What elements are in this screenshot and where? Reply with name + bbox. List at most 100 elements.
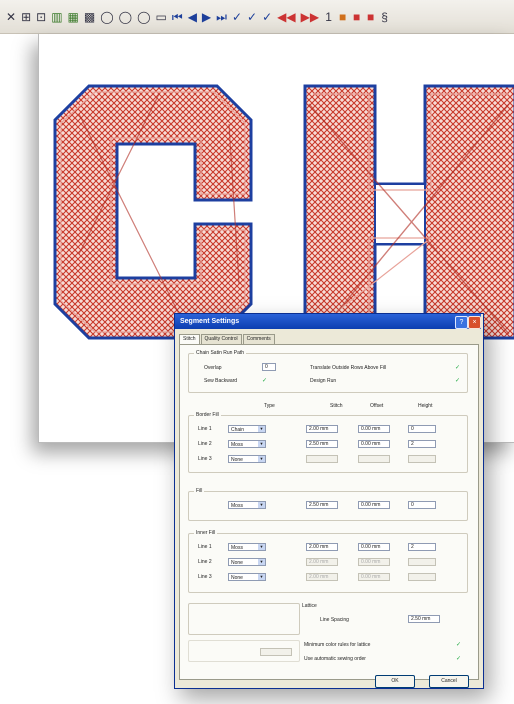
letter-c (53, 84, 253, 340)
border-height-input[interactable]: 0 (408, 425, 436, 433)
stitch-2-icon[interactable]: ✓ (247, 10, 257, 24)
tool-last-icon[interactable]: § (380, 10, 389, 24)
border-offset-input[interactable]: 0.00 mm (358, 425, 390, 433)
border-offset-input[interactable]: 0.00 mm (358, 440, 390, 448)
inner-line-label: Line 2 (198, 559, 212, 565)
number-tool-icon[interactable]: 1 (324, 10, 333, 24)
step-forward-icon[interactable]: ▶ (202, 10, 211, 24)
border-type-value: Chain (231, 427, 245, 433)
step-first-icon[interactable]: ⏮ (172, 10, 183, 24)
chevron-down-icon: ▼ (258, 574, 265, 580)
chain-path-label: Chain Satin Run Path (194, 350, 247, 356)
close-x-icon[interactable]: ✕ (6, 10, 16, 24)
overlap-input[interactable]: 0 (262, 363, 276, 371)
circle-2-icon[interactable]: ◯ (119, 10, 132, 24)
cancel-button[interactable]: Cancel (429, 675, 469, 688)
fill2-icon[interactable]: ▩ (84, 10, 95, 24)
hatch-icon[interactable]: ▥ (51, 10, 62, 24)
line-spacing-input[interactable]: 2.50 mm (408, 615, 440, 623)
border-type-select[interactable]: None ▼ (228, 455, 266, 463)
border-height-input (408, 455, 436, 463)
inner-stitch-input: 2.00 mm (306, 573, 338, 581)
inner-height-input (408, 558, 436, 566)
chevron-down-icon: ▼ (258, 502, 265, 508)
color-red-2-icon[interactable]: ■ (366, 10, 375, 24)
circle-1-icon[interactable]: ◯ (100, 10, 113, 24)
border-stitch-input (306, 455, 338, 463)
inner-type-select[interactable]: None ▼ (228, 558, 266, 566)
translate-label: Translate Outside Rows Above Fill (310, 365, 387, 371)
inner-type-select[interactable]: Moss ▼ (228, 543, 266, 551)
inner-fill-label: Inner Fill (194, 530, 218, 536)
inner-line-label: Line 3 (198, 574, 212, 580)
border-fill-label: Border Fill (194, 412, 221, 418)
stitch-3-icon[interactable]: ✓ (262, 10, 272, 24)
col-offset-header: Offset (370, 403, 384, 409)
fill-label: Fill (194, 488, 205, 494)
auto-sewing-checkbox[interactable]: ✓ (456, 656, 462, 662)
chevron-down-icon: ▼ (258, 544, 265, 550)
zoom-icon[interactable]: ⊡ (36, 10, 46, 24)
border-line-label: Line 2 (198, 441, 212, 447)
inner-stitch-input[interactable]: 2.00 mm (306, 543, 338, 551)
fill-height-input[interactable]: 0 (408, 501, 436, 509)
stitch-panel: Chain Satin Run Path Overlap 0 Sew Backw… (179, 344, 479, 680)
fill-type-value: Moss (231, 503, 243, 509)
help-icon[interactable]: ? (455, 316, 468, 329)
lattice-rules-label: Minimum color rules for lattice (304, 642, 371, 648)
chevron-down-icon: ▼ (258, 441, 265, 447)
dialog-title: Segment Settings (175, 314, 481, 329)
circle-3-icon[interactable]: ◯ (137, 10, 150, 24)
close-icon[interactable]: × (468, 316, 481, 329)
color-red-icon[interactable]: ■ (352, 10, 361, 24)
tab-comments[interactable]: Comments (242, 334, 275, 344)
fill-icon[interactable]: ▦ (68, 10, 79, 24)
fill-stitch-input[interactable]: 2.50 mm (306, 501, 338, 509)
lattice-label: Lattice (302, 603, 317, 609)
inner-offset-input[interactable]: 0.00 mm (358, 543, 390, 551)
col-height-header: Height (418, 403, 433, 409)
tab-quality-control[interactable]: Quality Control (200, 334, 242, 344)
inner-height-input[interactable]: 2 (408, 543, 436, 551)
border-type-value: None (231, 457, 243, 463)
border-line-label: Line 1 (198, 426, 212, 432)
border-type-select[interactable]: Chain ▼ (228, 425, 266, 433)
inner-line-label: Line 1 (198, 544, 212, 550)
design-run-checkbox[interactable]: ✓ (455, 378, 461, 384)
text-3d-icon[interactable]: ▭ (156, 10, 167, 24)
inner-type-value: Moss (231, 545, 243, 551)
stitch-1-icon[interactable]: ✓ (232, 10, 242, 24)
inner-offset-input: 0.00 mm (358, 573, 390, 581)
border-type-value: Moss (231, 442, 243, 448)
color-orange-icon[interactable]: ■ (338, 10, 347, 24)
border-type-select[interactable]: Moss ▼ (228, 440, 266, 448)
stitch-red-2-icon[interactable]: ▶▶ (301, 10, 319, 24)
inner-type-value: None (231, 560, 243, 566)
border-offset-input (358, 455, 390, 463)
letter-h (303, 84, 514, 340)
auto-sewing-label: Use automatic sewing order (304, 656, 366, 662)
stitch-red-1-icon[interactable]: ◀◀ (277, 10, 295, 24)
preview-box (188, 603, 300, 635)
grid-icon[interactable]: ⊞ (21, 10, 31, 24)
border-line-label: Line 3 (198, 456, 212, 462)
border-height-input[interactable]: 2 (408, 440, 436, 448)
sew-backward-label: Sew Backward (204, 378, 238, 384)
design-run-label: Design Run (310, 378, 337, 384)
fill-offset-input[interactable]: 0.00 mm (358, 501, 390, 509)
ok-button[interactable]: OK (375, 675, 415, 688)
step-last-icon[interactable]: ⏭ (216, 10, 227, 24)
border-stitch-input[interactable]: 2.50 mm (306, 440, 338, 448)
chevron-down-icon: ▼ (258, 456, 265, 462)
sew-backward-checkbox[interactable]: ✓ (262, 378, 268, 384)
fill-type-select[interactable]: Moss ▼ (228, 501, 266, 509)
step-back-icon[interactable]: ◀ (188, 10, 197, 24)
border-stitch-input[interactable]: 2.00 mm (306, 425, 338, 433)
inner-type-select[interactable]: None ▼ (228, 573, 266, 581)
inner-offset-input: 0.00 mm (358, 558, 390, 566)
col-type-header: Type (264, 403, 275, 409)
col-stitch-header: Stitch (330, 403, 343, 409)
overlap-label: Overlap (204, 365, 222, 371)
translate-checkbox[interactable]: ✓ (455, 365, 461, 371)
lattice-rules-checkbox[interactable]: ✓ (456, 642, 462, 648)
